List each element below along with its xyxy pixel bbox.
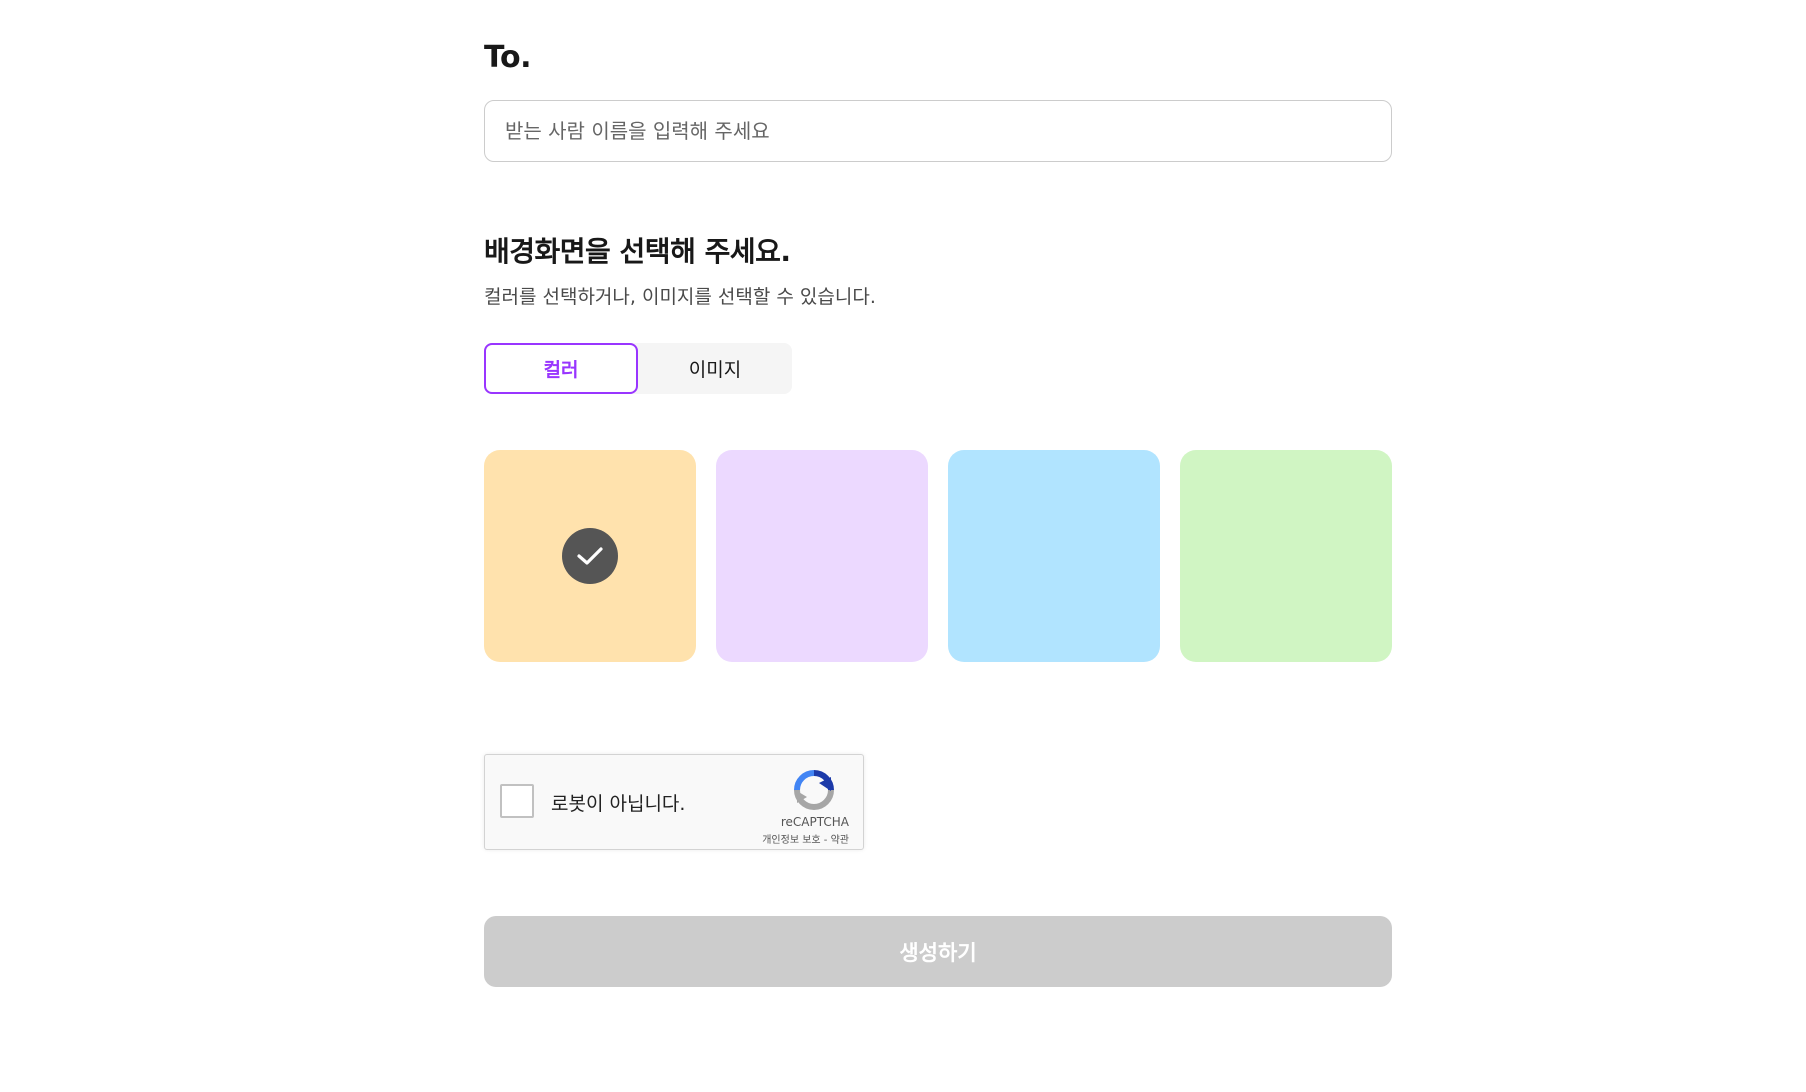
background-section-description: 컬러를 선택하거나, 이미지를 선택할 수 있습니다.	[484, 286, 876, 308]
background-type-toggle: 컬러 이미지	[484, 343, 792, 394]
recipient-title: To.	[484, 40, 532, 75]
check-icon	[562, 528, 618, 584]
create-button[interactable]: 생성하기	[484, 916, 1392, 987]
background-section-title: 배경화면을 선택해 주세요.	[484, 235, 791, 268]
color-swatch-purple[interactable]	[716, 450, 928, 662]
recaptcha-links-separator: -	[820, 835, 831, 846]
recipient-name-input[interactable]	[484, 100, 1392, 162]
recaptcha-logo-icon	[794, 770, 834, 810]
recaptcha-widget: 로봇이 아닙니다. reCAPTCHA 개인정보 보호 - 약관	[484, 754, 864, 850]
tab-image[interactable]: 이미지	[638, 343, 792, 394]
recaptcha-privacy-link[interactable]: 개인정보 보호	[762, 835, 820, 846]
tab-color[interactable]: 컬러	[484, 343, 638, 394]
recaptcha-checkbox[interactable]	[500, 784, 534, 818]
color-swatch-green[interactable]	[1180, 450, 1392, 662]
recaptcha-brand: reCAPTCHA	[780, 815, 849, 829]
color-swatch-blue[interactable]	[948, 450, 1160, 662]
checkmark-icon	[577, 547, 603, 565]
recaptcha-label: 로봇이 아닙니다.	[551, 793, 686, 815]
color-swatch-beige[interactable]	[484, 450, 696, 662]
recaptcha-terms-link[interactable]: 약관	[831, 835, 849, 846]
recaptcha-links: 개인정보 보호 - 약관	[762, 831, 849, 846]
